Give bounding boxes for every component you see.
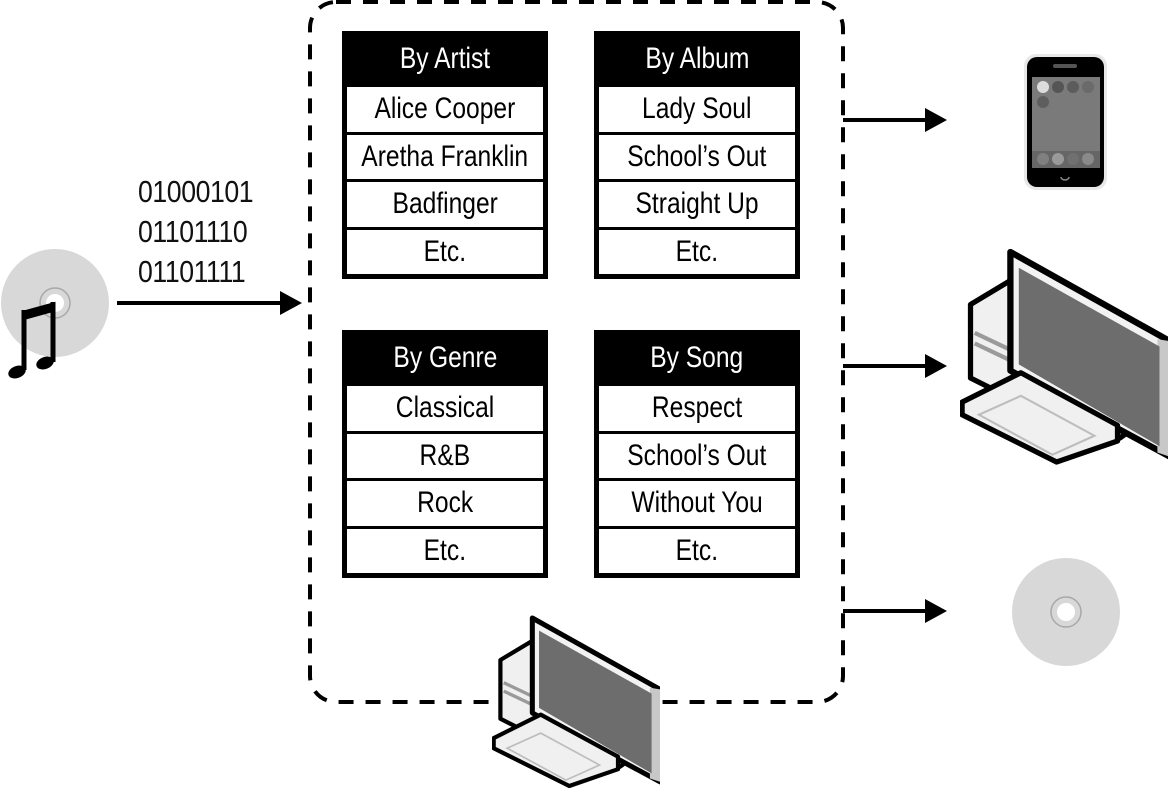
index-by-genre: By Genre Classical R&B Rock Etc.	[342, 330, 548, 578]
index-by-album: By Album Lady Soul School’s Out Straight…	[594, 31, 800, 279]
input-arrow	[117, 291, 302, 315]
index-item: Without You	[599, 478, 795, 526]
index-item: Alice Cooper	[347, 84, 543, 132]
music-cd-icon	[0, 248, 110, 379]
index-by-artist: By Artist Alice Cooper Aretha Franklin B…	[342, 31, 548, 279]
index-title: By Album	[645, 42, 749, 75]
index-item: R&B	[347, 430, 543, 478]
index-item: Straight Up	[599, 179, 795, 227]
index-item: Badfinger	[347, 179, 543, 227]
output-arrow-cd	[843, 599, 947, 623]
diagram-canvas	[0, 0, 1168, 810]
index-item: Classical	[347, 383, 543, 431]
index-item: Etc.	[347, 525, 543, 573]
index-item: Respect	[599, 383, 795, 431]
cd-disc-icon	[1011, 557, 1121, 667]
desktop-computer-icon-output	[962, 252, 1168, 462]
index-item: Lady Soul	[599, 84, 795, 132]
index-title: By Artist	[399, 42, 491, 75]
index-item: School’s Out	[599, 131, 795, 179]
output-arrow-computer	[843, 354, 947, 378]
binary-line: 01101111	[138, 254, 246, 289]
index-title: By Song	[650, 341, 744, 374]
index-item: Etc.	[599, 226, 795, 274]
smartphone-icon	[1024, 54, 1107, 190]
index-item: Aretha Franklin	[347, 131, 543, 179]
index-by-song: By Song Respect School’s Out Without You…	[594, 330, 800, 578]
desktop-computer-icon-library	[494, 618, 660, 786]
output-arrow-phone	[843, 108, 947, 132]
index-item: Etc.	[599, 525, 795, 573]
index-item: Etc.	[347, 226, 543, 274]
index-item: Rock	[347, 478, 543, 526]
binary-line: 01000101	[138, 174, 254, 209]
index-item: School’s Out	[599, 430, 795, 478]
index-title: By Genre	[393, 341, 497, 374]
binary-data: 01000101 01101110 01101111	[138, 172, 254, 292]
binary-line: 01101110	[138, 214, 248, 249]
